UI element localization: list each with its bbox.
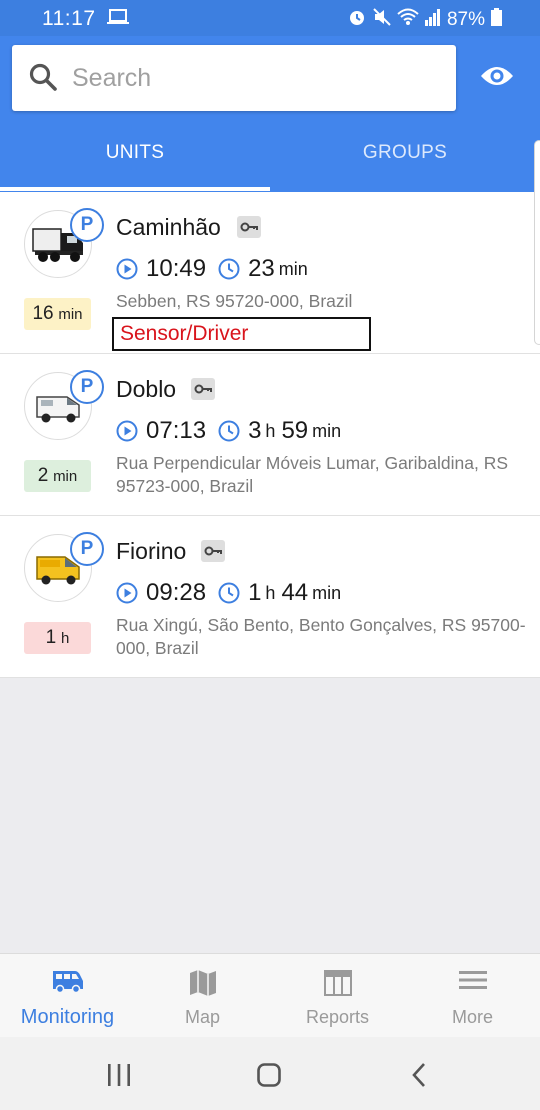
age-value: 16 [32,303,54,324]
unit-name: Caminhão [116,214,221,240]
clock-icon [218,582,240,604]
map-icon [189,970,216,996]
search-icon [28,62,58,97]
van-icon [52,971,83,994]
duration-minutes-unit: min [312,582,342,603]
duration-minutes-unit: min [278,258,308,279]
battery-icon [491,8,502,32]
parking-start-time: 09:28 [146,579,207,606]
nav-map[interactable]: Map [135,954,270,1038]
tab-groups-label: GROUPS [362,142,448,163]
unit-name: Doblo [116,376,177,402]
unit-row[interactable]: P 16 min Caminhão 10:49 23 min Sebben, R… [0,192,540,354]
search-input[interactable] [72,59,442,97]
parking-info: 10:49 23 min [116,254,314,284]
mute-icon [373,8,391,32]
sensor-driver-label: Sensor/Driver [112,317,371,351]
unit-address: Rua Perpendicular Móveis Lumar, Garibald… [116,453,508,496]
nav-monitoring[interactable]: Monitoring [0,954,135,1038]
status-bar: 11:17 87% [0,0,540,36]
tab-units[interactable]: UNITS [0,142,270,186]
parking-info: 09:28 1 h 44 min [116,578,347,608]
duration-hours: 3 [248,417,262,444]
nav-reports[interactable]: Reports [270,954,405,1038]
ignition-key-icon [237,216,261,238]
laptop-icon [107,9,129,30]
last-message-age-badge: 1 h [24,622,91,654]
reports-icon [323,970,352,996]
last-message-age-badge: 2 min [24,460,91,492]
system-nav-bar [0,1037,540,1110]
tab-units-label: UNITS [105,142,165,163]
parked-status-badge: P [70,370,104,404]
play-circle-icon [116,420,138,442]
unit-address: Rua Xingú, São Bento, Bento Gonçalves, R… [116,615,526,658]
ignition-key-icon [201,540,225,562]
unit-name: Fiorino [116,538,187,564]
unit-address: Sebben, RS 95720-000, Brazil [116,291,353,311]
parking-start-time: 07:13 [146,417,207,444]
tab-groups[interactable]: GROUPS [270,142,540,186]
age-unit: min [53,468,78,485]
parking-info: 07:13 3 h 59 min [116,416,347,446]
alarm-icon [347,7,367,33]
battery-text: 87% [446,9,485,30]
signal-icon [424,8,441,32]
age-value: 1 [45,627,57,648]
parking-start-time: 10:49 [146,255,207,282]
play-circle-icon [116,582,138,604]
parked-status-badge: P [70,532,104,566]
app-header: UNITS GROUPS [0,36,540,192]
nav-more[interactable]: More [405,954,540,1038]
status-time: 11:17 [42,7,96,30]
clock-icon [218,420,240,442]
play-circle-icon [116,258,138,280]
search-box[interactable] [12,45,456,111]
duration-hours-unit: h [265,582,276,603]
clock-icon [218,258,240,280]
tab-indicator [0,187,270,191]
duration-minutes-unit: min [312,420,342,441]
menu-icon [458,971,487,989]
age-unit: h [60,630,70,647]
unit-row[interactable]: P 1 h Fiorino 09:28 1 h 44 min Rua Xingú… [0,516,540,678]
duration-minutes: 23 [248,255,275,282]
duration-hours: 1 [248,579,262,606]
age-unit: min [58,306,83,323]
duration-minutes: 44 [281,579,309,606]
home-icon[interactable] [257,1063,281,1087]
age-value: 2 [37,465,49,486]
nav-more-label: More [451,1007,493,1027]
nav-reports-label: Reports [305,1007,370,1027]
ignition-key-icon [191,378,215,400]
duration-hours-unit: h [265,420,276,441]
nav-monitoring-label: Monitoring [20,1006,115,1028]
wifi-icon [397,8,419,32]
unit-row[interactable]: P 2 min Doblo 07:13 3 h 59 min Rua Perpe… [0,354,540,516]
back-icon[interactable] [411,1062,427,1088]
duration-minutes: 59 [281,417,309,444]
last-message-age-badge: 16 min [24,298,91,330]
bottom-nav: Monitoring Map Reports More [0,953,540,1037]
parked-status-badge: P [70,208,104,242]
eye-icon[interactable] [480,64,514,93]
units-list: P 16 min Caminhão 10:49 23 min Sebben, R… [0,192,540,678]
side-panel-handle[interactable] [534,140,540,345]
nav-map-label: Map [184,1007,220,1027]
recent-apps-icon[interactable] [107,1064,131,1086]
